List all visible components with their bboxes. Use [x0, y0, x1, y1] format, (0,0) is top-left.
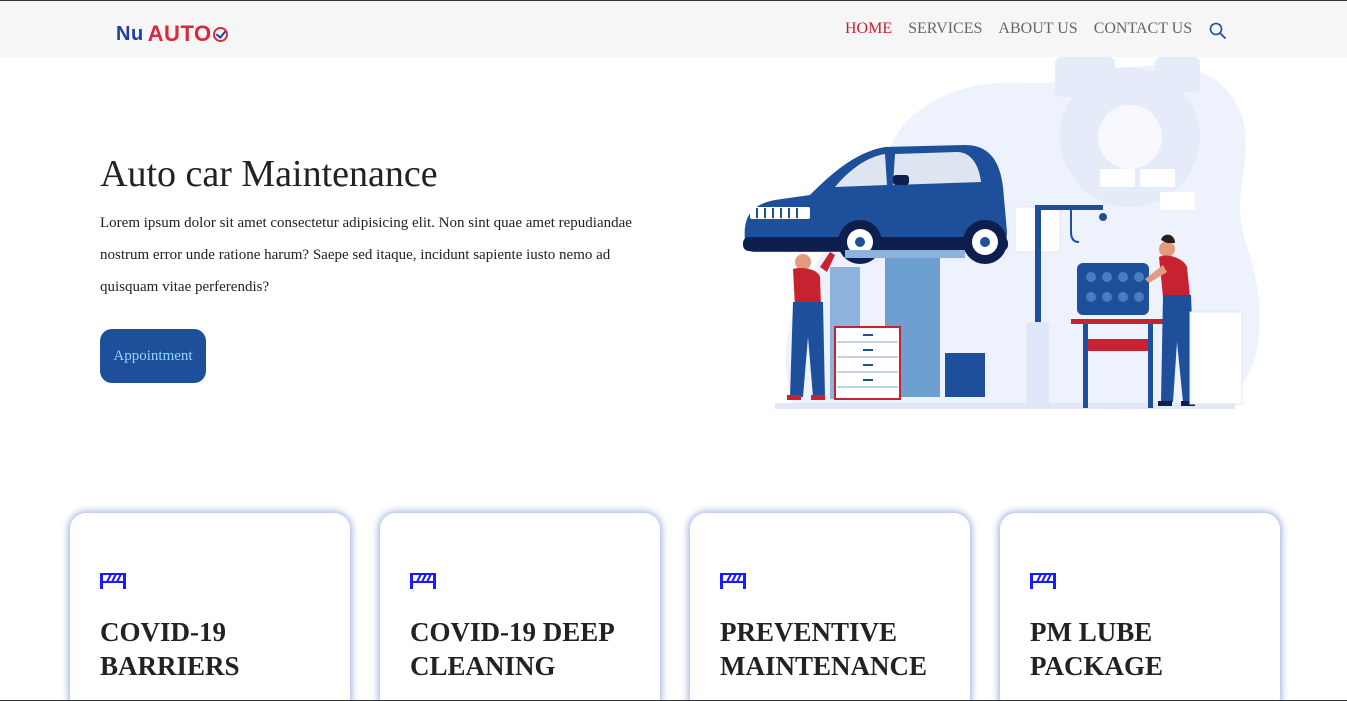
search-icon[interactable] [1209, 22, 1226, 39]
service-card-title: PM LUBE PACKAGE [1030, 617, 1163, 681]
hero-title: Auto car Maintenance [100, 153, 438, 195]
service-card-preventive-maintenance[interactable]: PREVENTIVE MAINTENANCE [690, 513, 970, 701]
logo-text-nu: Nu [116, 23, 144, 45]
barrier-icon [100, 573, 126, 589]
service-card-covid-deep-cleaning[interactable]: COVID-19 DEEP CLEANING [380, 513, 660, 701]
brand-logo[interactable]: Nu AUTO [116, 19, 228, 45]
service-card-title: COVID-19 DEEP CLEANING [410, 617, 614, 681]
nav-link-contact-us[interactable]: CONTACT US [1094, 20, 1192, 38]
service-card-title: PREVENTIVE MAINTENANCE [720, 617, 928, 681]
appointment-button[interactable]: Appointment [100, 329, 206, 383]
main-nav: HOME SERVICES ABOUT US CONTACT US [845, 20, 1208, 38]
car-repair-illustration [743, 57, 1260, 410]
nav-link-home[interactable]: HOME [845, 20, 892, 38]
nav-link-services[interactable]: SERVICES [908, 20, 982, 38]
nav-link-about-us[interactable]: ABOUT US [998, 20, 1077, 38]
barrier-icon [720, 573, 746, 589]
barrier-icon [1030, 573, 1056, 589]
logo-check-icon [212, 27, 228, 42]
service-card-title: COVID-19 BARRIERS [100, 617, 240, 681]
barrier-icon [410, 573, 436, 589]
logo-text-auto: AUTO [147, 21, 212, 46]
hero-description: Lorem ipsum dolor sit amet consectetur a… [100, 215, 632, 295]
service-card-pm-lube-package[interactable]: PM LUBE PACKAGE [1000, 513, 1280, 701]
service-card-covid-barriers[interactable]: COVID-19 BARRIERS [70, 513, 350, 701]
navbar: Nu AUTO HOME SERVICES ABOUT US CONTACT U… [0, 1, 1347, 57]
